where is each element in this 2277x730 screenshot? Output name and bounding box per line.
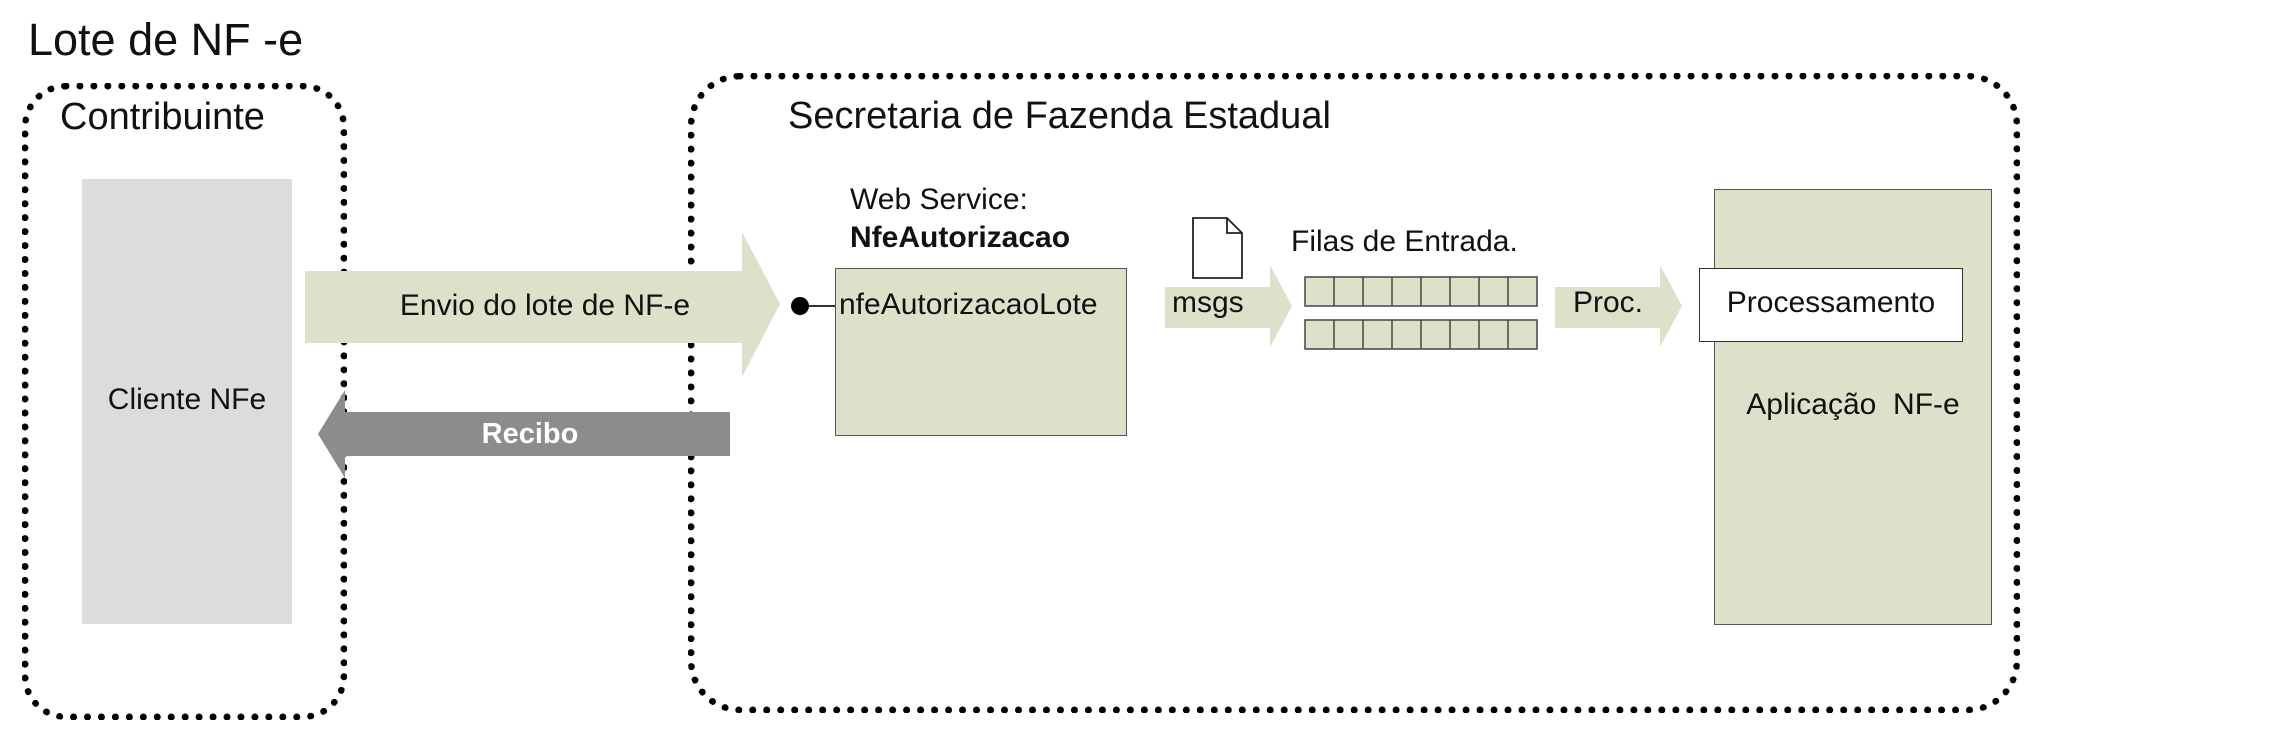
queue-icon: [1304, 319, 1538, 350]
msgs-label: msgs: [1172, 286, 1244, 319]
lollipop-connector-icon: [791, 297, 835, 315]
web-service-name: NfeAutorizacao: [850, 221, 1071, 254]
aplicacao-nfe-label: Aplicação NF-e: [1746, 388, 1960, 421]
filas-entrada-label: Filas de Entrada.: [1291, 225, 1518, 258]
web-service-caption: Web Service:: [850, 183, 1028, 216]
send-arrow-label: Envio do lote de NF-e: [399, 289, 691, 322]
contribuinte-label: Contribuinte: [60, 96, 265, 138]
recibo-arrow-label: Recibo: [481, 418, 579, 450]
cliente-nfe-label: Cliente NFe: [107, 383, 267, 416]
sefaz-label: Secretaria de Fazenda Estadual: [788, 95, 1331, 137]
queue-icon: [1304, 276, 1538, 307]
document-icon: [1192, 217, 1243, 279]
proc-label: Proc.: [1573, 286, 1644, 319]
web-service-operation: nfeAutorizacaoLote: [839, 288, 1098, 321]
processamento-label: Processamento: [1726, 286, 1936, 319]
